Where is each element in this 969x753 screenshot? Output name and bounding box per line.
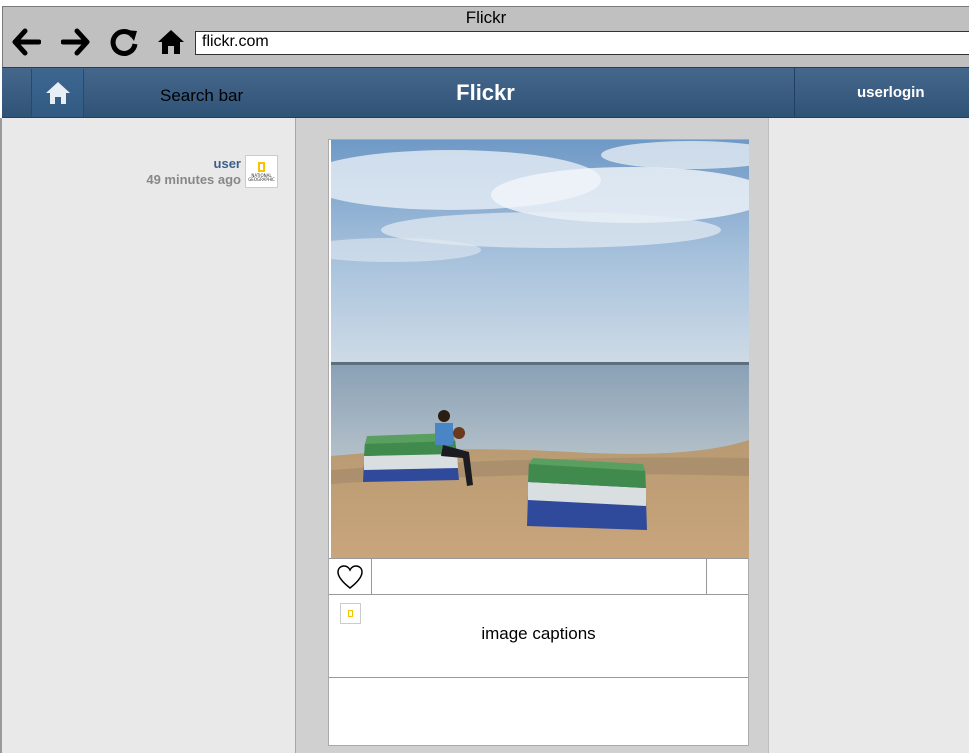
comment-area[interactable] xyxy=(329,678,748,746)
reload-button[interactable] xyxy=(107,25,141,59)
browser-chrome: Flickr flickr.com xyxy=(2,6,969,68)
beach-photo xyxy=(331,140,749,558)
caption-avatar[interactable] xyxy=(340,603,361,624)
home-nav-button[interactable] xyxy=(31,69,84,117)
national-geographic-logo-icon xyxy=(258,161,265,172)
action-bar xyxy=(329,558,748,595)
avatar[interactable]: NATIONAL GEOGRAPHIC xyxy=(245,155,278,188)
post-photo[interactable] xyxy=(331,140,749,558)
reload-icon xyxy=(110,28,138,56)
left-panel xyxy=(0,118,296,753)
action-slot[interactable] xyxy=(706,559,748,595)
heart-icon xyxy=(337,565,363,589)
url-bar[interactable]: flickr.com xyxy=(195,31,969,55)
back-arrow-icon xyxy=(12,28,41,56)
brand-title: Flickr xyxy=(456,80,515,105)
home-button[interactable] xyxy=(154,25,188,59)
forward-button[interactable] xyxy=(59,25,93,59)
home-icon xyxy=(45,82,70,104)
window-title: Flickr xyxy=(465,8,507,27)
post-timestamp: 49 minutes ago xyxy=(146,172,241,187)
national-geographic-logo-icon xyxy=(348,610,353,617)
home-icon xyxy=(158,30,184,54)
app-header: Search bar Flickr userlogin xyxy=(2,67,969,118)
image-caption: image captions xyxy=(481,624,596,643)
back-button[interactable] xyxy=(9,25,43,59)
avatar-logo-text: NATIONAL GEOGRAPHIC xyxy=(248,172,275,182)
photo-card: image captions xyxy=(328,139,749,746)
search-bar[interactable]: Search bar xyxy=(160,86,243,106)
forward-arrow-icon xyxy=(61,28,90,56)
right-panel xyxy=(768,118,969,753)
user-login-link[interactable]: userlogin xyxy=(857,84,925,101)
like-button[interactable] xyxy=(329,559,372,595)
header-divider xyxy=(794,68,795,117)
post-username[interactable]: user xyxy=(214,156,241,171)
caption-area: image captions xyxy=(329,596,748,678)
